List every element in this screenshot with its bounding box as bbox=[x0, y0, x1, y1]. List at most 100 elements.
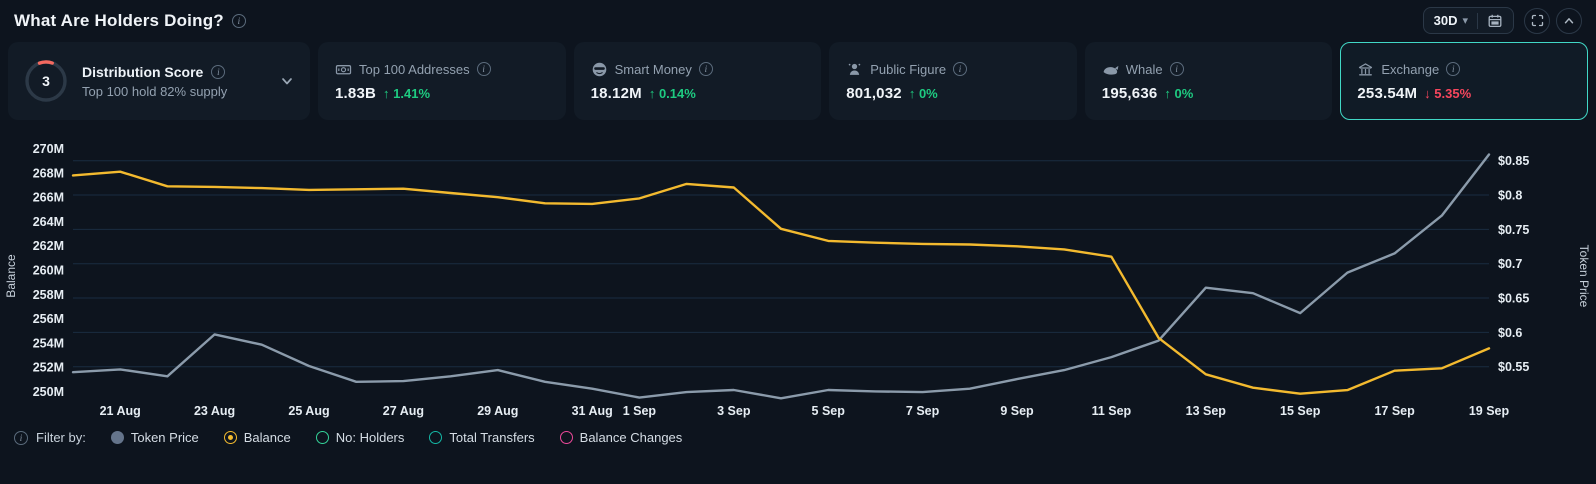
distribution-score-subtitle: Top 100 hold 82% supply bbox=[82, 84, 266, 99]
card-label: Smart Money bbox=[615, 62, 692, 77]
collapse-button[interactable] bbox=[1556, 8, 1582, 34]
fullscreen-button[interactable] bbox=[1524, 8, 1550, 34]
card-value: 18.12M bbox=[591, 85, 642, 102]
info-icon[interactable]: i bbox=[953, 62, 967, 76]
svg-text:27 Aug: 27 Aug bbox=[383, 404, 424, 418]
svg-text:252M: 252M bbox=[33, 361, 64, 375]
balance-changes-marker bbox=[560, 431, 573, 444]
svg-text:23 Aug: 23 Aug bbox=[194, 404, 235, 418]
filter-balance-changes[interactable]: Balance Changes bbox=[560, 430, 683, 445]
svg-text:25 Aug: 25 Aug bbox=[288, 404, 329, 418]
holders-chart[interactable]: 270M 268M 266M 264M 262M 260M 258M 256M 254M 252M… bbox=[0, 126, 1596, 426]
svg-text:262M: 262M bbox=[33, 239, 64, 253]
token-price-marker bbox=[111, 431, 124, 444]
card-value: 253.54M bbox=[1357, 85, 1417, 102]
svg-text:250M: 250M bbox=[33, 385, 64, 399]
svg-text:$0.75: $0.75 bbox=[1498, 223, 1529, 237]
info-icon[interactable]: i bbox=[699, 62, 713, 76]
distribution-score-title: Distribution Score bbox=[82, 64, 203, 80]
exchange-icon bbox=[1357, 61, 1374, 78]
stat-cards-row: 3 Distribution Score i Top 100 hold 82% … bbox=[0, 42, 1596, 120]
svg-text:9 Sep: 9 Sep bbox=[1000, 404, 1034, 418]
svg-text:5 Sep: 5 Sep bbox=[812, 404, 846, 418]
svg-text:270M: 270M bbox=[33, 142, 64, 156]
no-holders-marker bbox=[316, 431, 329, 444]
card-change: ↑ 0% bbox=[909, 86, 938, 101]
svg-text:$0.85: $0.85 bbox=[1498, 154, 1529, 168]
svg-text:7 Sep: 7 Sep bbox=[906, 404, 940, 418]
public-figure-icon bbox=[846, 61, 863, 78]
chart-legend: i Filter by: Token Price Balance No: Hol… bbox=[0, 426, 1596, 445]
svg-text:256M: 256M bbox=[33, 312, 64, 326]
svg-text:260M: 260M bbox=[33, 264, 64, 278]
svg-text:Token Price: Token Price bbox=[1577, 245, 1591, 308]
caret-down-icon: ▾ bbox=[1462, 14, 1468, 27]
whale-icon bbox=[1102, 61, 1119, 78]
card-label: Whale bbox=[1126, 62, 1163, 77]
svg-text:Balance: Balance bbox=[4, 254, 18, 298]
card-public-figure[interactable]: Public Figure i 801,032 ↑ 0% bbox=[829, 42, 1077, 120]
svg-text:268M: 268M bbox=[33, 167, 64, 181]
filter-balance[interactable]: Balance bbox=[224, 430, 291, 445]
svg-text:258M: 258M bbox=[33, 288, 64, 302]
svg-text:254M: 254M bbox=[33, 336, 64, 350]
card-change: ↑ 0% bbox=[1164, 86, 1193, 101]
distribution-score-value: 3 bbox=[23, 58, 69, 104]
date-range-control: 30D ▾ bbox=[1423, 7, 1514, 34]
card-change: ↑ 0.14% bbox=[649, 86, 696, 101]
filter-token-price[interactable]: Token Price bbox=[111, 430, 199, 445]
smart-money-icon bbox=[591, 61, 608, 78]
card-change: ↓ 5.35% bbox=[1424, 86, 1471, 101]
total-transfers-marker bbox=[429, 431, 442, 444]
card-value: 195,636 bbox=[1102, 85, 1158, 102]
chevron-down-icon[interactable] bbox=[279, 73, 295, 89]
card-top-100-addresses[interactable]: Top 100 Addresses i 1.83B ↑ 1.41% bbox=[318, 42, 566, 120]
range-label: 30D bbox=[1434, 13, 1458, 28]
info-icon[interactable]: i bbox=[211, 65, 225, 79]
range-dropdown[interactable]: 30D ▾ bbox=[1434, 13, 1468, 28]
svg-text:13 Sep: 13 Sep bbox=[1186, 404, 1227, 418]
card-value: 801,032 bbox=[846, 85, 902, 102]
info-icon[interactable]: i bbox=[1170, 62, 1184, 76]
svg-text:266M: 266M bbox=[33, 191, 64, 205]
svg-text:11 Sep: 11 Sep bbox=[1092, 404, 1132, 418]
info-icon[interactable]: i bbox=[477, 62, 491, 76]
svg-text:1 Sep: 1 Sep bbox=[623, 404, 657, 418]
card-distribution-score[interactable]: 3 Distribution Score i Top 100 hold 82% … bbox=[8, 42, 310, 120]
svg-text:29 Aug: 29 Aug bbox=[477, 404, 518, 418]
svg-text:$0.6: $0.6 bbox=[1498, 326, 1522, 340]
widget-header: What Are Holders Doing? i 30D ▾ bbox=[0, 0, 1596, 38]
filter-total-transfers[interactable]: Total Transfers bbox=[429, 430, 534, 445]
page-title: What Are Holders Doing? bbox=[14, 11, 224, 31]
card-label: Public Figure bbox=[870, 62, 946, 77]
fullscreen-icon bbox=[1530, 13, 1545, 28]
score-gauge: 3 bbox=[23, 58, 69, 104]
svg-text:$0.8: $0.8 bbox=[1498, 189, 1522, 203]
card-label: Exchange bbox=[1381, 62, 1439, 77]
card-exchange[interactable]: Exchange i 253.54M ↓ 5.35% bbox=[1340, 42, 1588, 120]
card-value: 1.83B bbox=[335, 85, 376, 102]
calendar-icon bbox=[1487, 13, 1503, 29]
card-smart-money[interactable]: Smart Money i 18.12M ↑ 0.14% bbox=[574, 42, 822, 120]
svg-text:31 Aug: 31 Aug bbox=[572, 404, 613, 418]
card-whale[interactable]: Whale i 195,636 ↑ 0% bbox=[1085, 42, 1333, 120]
legend-info-icon[interactable]: i bbox=[14, 431, 28, 445]
svg-text:264M: 264M bbox=[33, 215, 64, 229]
svg-text:$0.65: $0.65 bbox=[1498, 292, 1529, 306]
svg-text:15 Sep: 15 Sep bbox=[1280, 404, 1321, 418]
title-info-icon[interactable]: i bbox=[232, 14, 246, 28]
svg-text:$0.55: $0.55 bbox=[1498, 360, 1529, 374]
svg-text:21 Aug: 21 Aug bbox=[100, 404, 141, 418]
info-icon[interactable]: i bbox=[1446, 62, 1460, 76]
filter-no-holders[interactable]: No: Holders bbox=[316, 430, 405, 445]
chevron-up-icon bbox=[1562, 14, 1576, 28]
card-label: Top 100 Addresses bbox=[359, 62, 470, 77]
svg-text:17 Sep: 17 Sep bbox=[1374, 404, 1415, 418]
balance-marker bbox=[224, 431, 237, 444]
card-change: ↑ 1.41% bbox=[383, 86, 430, 101]
svg-text:$0.7: $0.7 bbox=[1498, 257, 1522, 271]
calendar-button[interactable] bbox=[1487, 13, 1503, 29]
svg-text:3 Sep: 3 Sep bbox=[717, 404, 751, 418]
legend-prefix: Filter by: bbox=[36, 430, 86, 445]
divider bbox=[1477, 13, 1478, 29]
